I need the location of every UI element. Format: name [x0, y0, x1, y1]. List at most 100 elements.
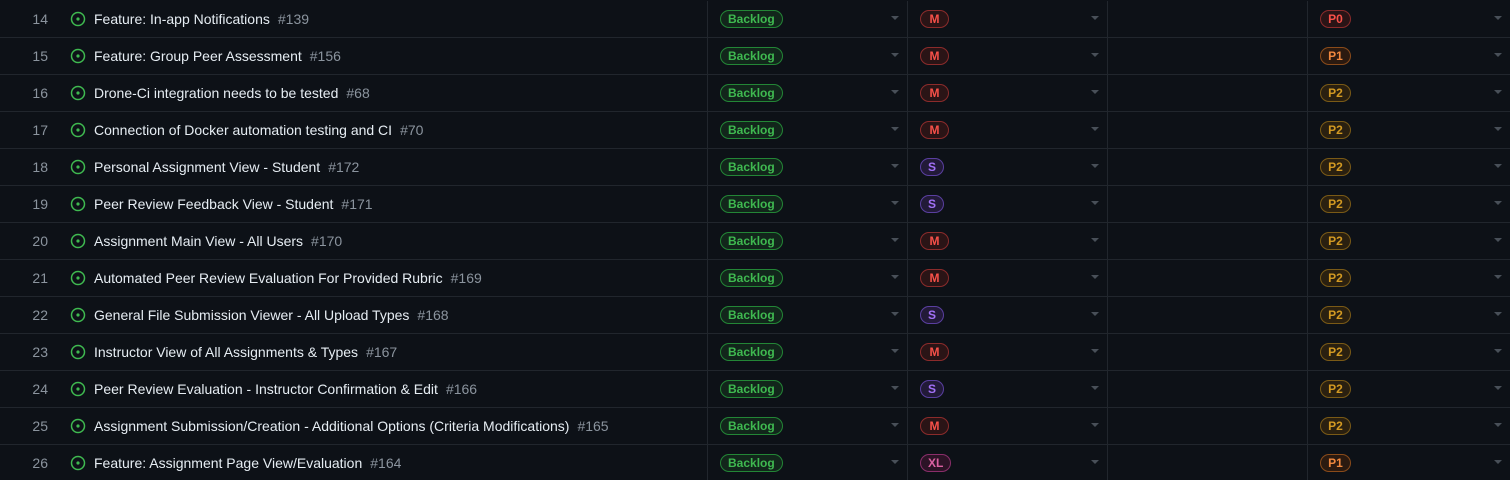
caret-down-icon[interactable]	[1494, 386, 1502, 390]
caret-down-icon[interactable]	[1091, 275, 1099, 279]
caret-down-icon[interactable]	[1494, 201, 1502, 205]
priority-cell[interactable]: P2	[1308, 371, 1510, 407]
title-cell[interactable]: Connection of Docker automation testing …	[62, 112, 708, 148]
table-row[interactable]: 20 Assignment Main View - All Users #170 Ba…	[0, 223, 1510, 260]
caret-down-icon[interactable]	[1494, 90, 1502, 94]
issue-title[interactable]: Connection of Docker automation testing …	[94, 122, 392, 138]
issue-title[interactable]: Peer Review Feedback View - Student	[94, 196, 333, 212]
caret-down-icon[interactable]	[1091, 312, 1099, 316]
empty-field-cell[interactable]	[1108, 334, 1308, 370]
status-cell[interactable]: Backlog	[708, 223, 908, 259]
issue-title[interactable]: Feature: Group Peer Assessment	[94, 48, 302, 64]
priority-cell[interactable]: P2	[1308, 75, 1510, 111]
issue-title[interactable]: Feature: In-app Notifications	[94, 11, 270, 27]
table-row[interactable]: 24 Peer Review Evaluation - Instructor Co…	[0, 371, 1510, 408]
caret-down-icon[interactable]	[1494, 53, 1502, 57]
issue-title[interactable]: Feature: Assignment Page View/Evaluation	[94, 455, 362, 471]
issue-title[interactable]: Assignment Submission/Creation - Additio…	[94, 418, 569, 434]
caret-down-icon[interactable]	[1091, 386, 1099, 390]
priority-cell[interactable]: P2	[1308, 186, 1510, 222]
title-cell[interactable]: Personal Assignment View - Student #172	[62, 149, 708, 185]
empty-field-cell[interactable]	[1108, 75, 1308, 111]
empty-field-cell[interactable]	[1108, 371, 1308, 407]
priority-cell[interactable]: P2	[1308, 334, 1510, 370]
size-cell[interactable]: M	[908, 408, 1108, 444]
empty-field-cell[interactable]	[1108, 1, 1308, 37]
issue-title[interactable]: General File Submission Viewer - All Upl…	[94, 307, 409, 323]
status-cell[interactable]: Backlog	[708, 75, 908, 111]
issue-title[interactable]: Automated Peer Review Evaluation For Pro…	[94, 270, 443, 286]
title-cell[interactable]: Peer Review Evaluation - Instructor Conf…	[62, 371, 708, 407]
issue-title[interactable]: Drone-Ci integration needs to be tested	[94, 85, 338, 101]
size-cell[interactable]: M	[908, 260, 1108, 296]
empty-field-cell[interactable]	[1108, 408, 1308, 444]
title-cell[interactable]: Instructor View of All Assignments & Typ…	[62, 334, 708, 370]
caret-down-icon[interactable]	[1091, 201, 1099, 205]
caret-down-icon[interactable]	[891, 349, 899, 353]
empty-field-cell[interactable]	[1108, 260, 1308, 296]
empty-field-cell[interactable]	[1108, 445, 1308, 480]
empty-field-cell[interactable]	[1108, 186, 1308, 222]
title-cell[interactable]: Peer Review Feedback View - Student #171	[62, 186, 708, 222]
issue-title[interactable]: Peer Review Evaluation - Instructor Conf…	[94, 381, 438, 397]
priority-cell[interactable]: P2	[1308, 112, 1510, 148]
size-cell[interactable]: M	[908, 334, 1108, 370]
status-cell[interactable]: Backlog	[708, 186, 908, 222]
caret-down-icon[interactable]	[1494, 423, 1502, 427]
issue-title[interactable]: Personal Assignment View - Student	[94, 159, 320, 175]
title-cell[interactable]: Feature: In-app Notifications #139	[62, 1, 708, 37]
caret-down-icon[interactable]	[1091, 127, 1099, 131]
priority-cell[interactable]: P0	[1308, 1, 1510, 37]
table-row[interactable]: 19 Peer Review Feedback View - Student #17…	[0, 186, 1510, 223]
status-cell[interactable]: Backlog	[708, 260, 908, 296]
status-cell[interactable]: Backlog	[708, 371, 908, 407]
title-cell[interactable]: Feature: Assignment Page View/Evaluation…	[62, 445, 708, 480]
caret-down-icon[interactable]	[1091, 90, 1099, 94]
status-cell[interactable]: Backlog	[708, 149, 908, 185]
title-cell[interactable]: Automated Peer Review Evaluation For Pro…	[62, 260, 708, 296]
size-cell[interactable]: M	[908, 223, 1108, 259]
size-cell[interactable]: S	[908, 186, 1108, 222]
priority-cell[interactable]: P2	[1308, 260, 1510, 296]
priority-cell[interactable]: P2	[1308, 223, 1510, 259]
caret-down-icon[interactable]	[1494, 275, 1502, 279]
title-cell[interactable]: Assignment Main View - All Users #170	[62, 223, 708, 259]
size-cell[interactable]: M	[908, 112, 1108, 148]
table-row[interactable]: 18 Personal Assignment View - Student #172…	[0, 149, 1510, 186]
status-cell[interactable]: Backlog	[708, 445, 908, 480]
priority-cell[interactable]: P2	[1308, 408, 1510, 444]
size-cell[interactable]: S	[908, 371, 1108, 407]
empty-field-cell[interactable]	[1108, 223, 1308, 259]
empty-field-cell[interactable]	[1108, 149, 1308, 185]
size-cell[interactable]: M	[908, 75, 1108, 111]
status-cell[interactable]: Backlog	[708, 297, 908, 333]
status-cell[interactable]: Backlog	[708, 38, 908, 74]
issue-title[interactable]: Assignment Main View - All Users	[94, 233, 303, 249]
caret-down-icon[interactable]	[891, 201, 899, 205]
table-row[interactable]: 22 General File Submission Viewer - All U…	[0, 297, 1510, 334]
caret-down-icon[interactable]	[891, 127, 899, 131]
empty-field-cell[interactable]	[1108, 112, 1308, 148]
caret-down-icon[interactable]	[1494, 16, 1502, 20]
caret-down-icon[interactable]	[891, 423, 899, 427]
table-row[interactable]: 21 Automated Peer Review Evaluation For P…	[0, 260, 1510, 297]
status-cell[interactable]: Backlog	[708, 112, 908, 148]
table-row[interactable]: 26 Feature: Assignment Page View/Evaluati…	[0, 445, 1510, 480]
table-row[interactable]: 16 Drone-Ci integration needs to be teste…	[0, 75, 1510, 112]
table-row[interactable]: 23 Instructor View of All Assignments & T…	[0, 334, 1510, 371]
caret-down-icon[interactable]	[891, 312, 899, 316]
caret-down-icon[interactable]	[891, 275, 899, 279]
size-cell[interactable]: XL	[908, 445, 1108, 480]
table-row[interactable]: 15 Feature: Group Peer Assessment #156 Back…	[0, 38, 1510, 75]
table-row[interactable]: 25 Assignment Submission/Creation - Addit…	[0, 408, 1510, 445]
title-cell[interactable]: General File Submission Viewer - All Upl…	[62, 297, 708, 333]
caret-down-icon[interactable]	[1091, 16, 1099, 20]
caret-down-icon[interactable]	[891, 386, 899, 390]
caret-down-icon[interactable]	[891, 164, 899, 168]
priority-cell[interactable]: P2	[1308, 149, 1510, 185]
caret-down-icon[interactable]	[891, 238, 899, 242]
size-cell[interactable]: S	[908, 297, 1108, 333]
empty-field-cell[interactable]	[1108, 38, 1308, 74]
caret-down-icon[interactable]	[1494, 127, 1502, 131]
caret-down-icon[interactable]	[891, 90, 899, 94]
